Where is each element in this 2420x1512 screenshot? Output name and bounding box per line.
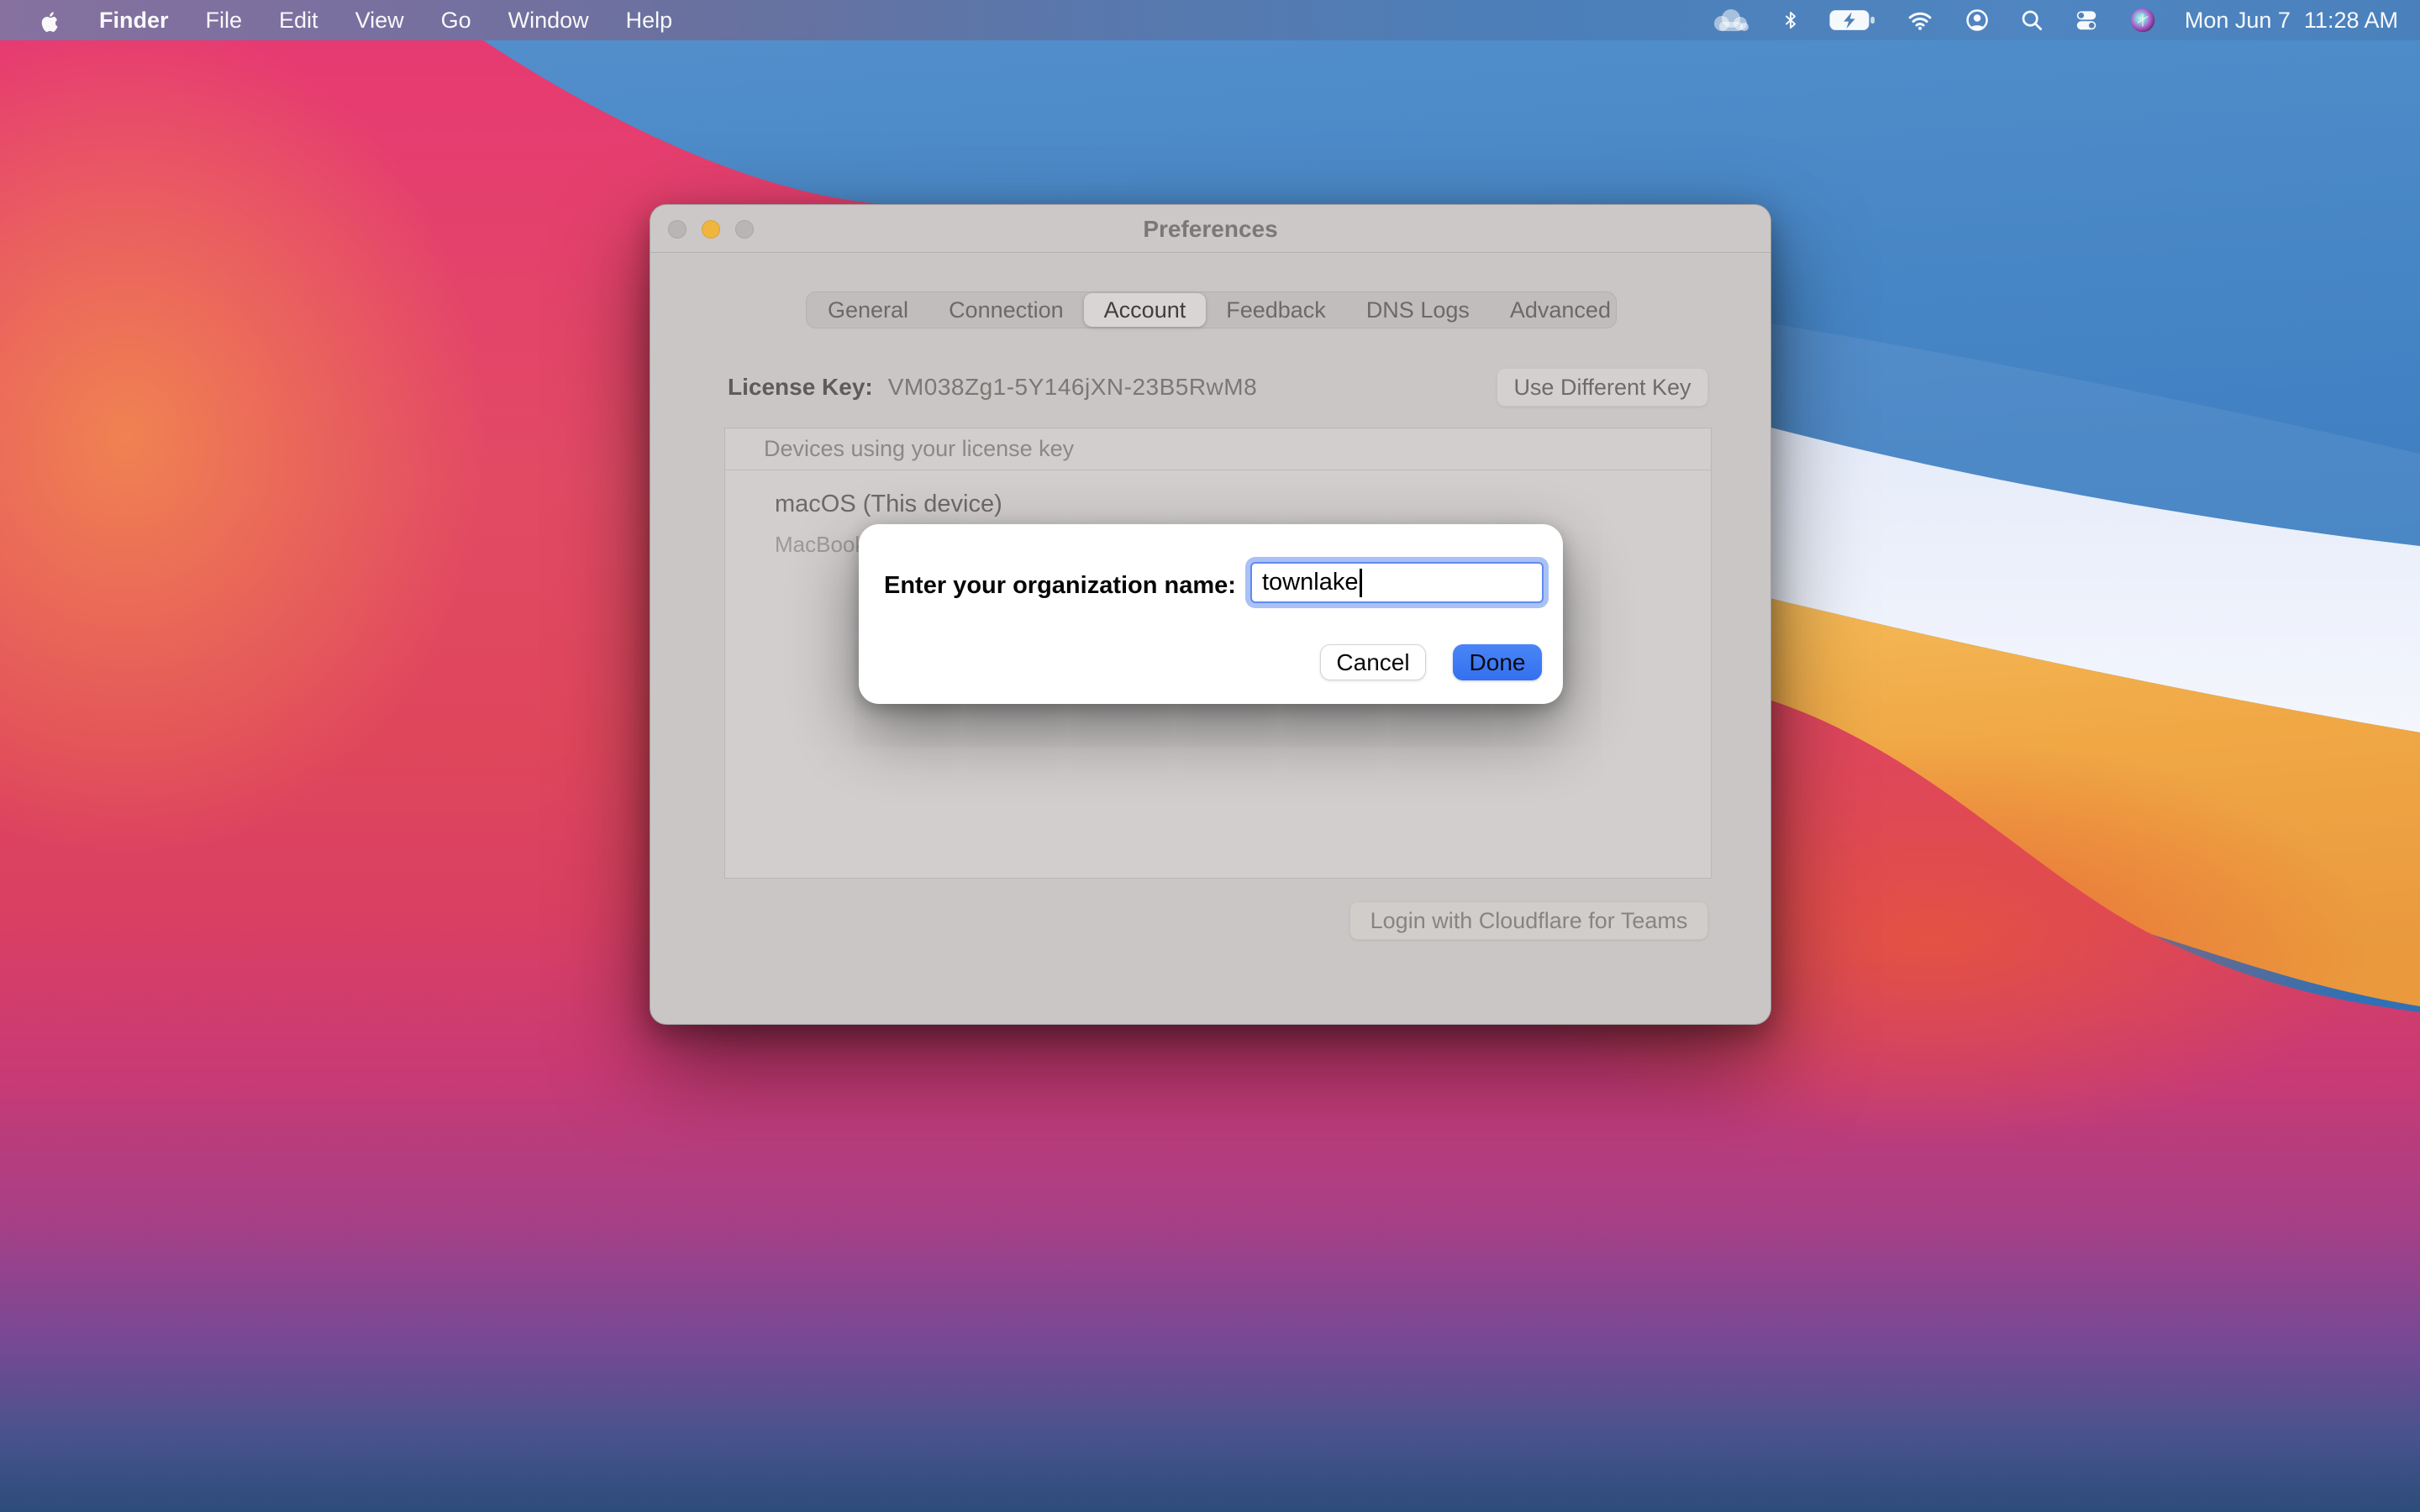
window-titlebar[interactable]: Preferences	[650, 205, 1770, 253]
wifi-icon[interactable]	[1905, 8, 1935, 33]
license-key-value: VM038Zg1-5Y146jXN-23B5RwM8	[888, 374, 1257, 401]
done-button[interactable]: Done	[1453, 644, 1542, 680]
battery-charging-icon[interactable]	[1828, 8, 1877, 33]
menu-edit[interactable]: Edit	[279, 8, 318, 34]
cloudflare-cloud-icon[interactable]	[1709, 8, 1753, 33]
text-caret	[1360, 569, 1362, 597]
cancel-button[interactable]: Cancel	[1320, 644, 1426, 680]
tab-feedback[interactable]: Feedback	[1206, 293, 1346, 327]
organization-name-dialog: Enter your organization name: townlake C…	[859, 524, 1563, 704]
menu-help[interactable]: Help	[626, 8, 673, 34]
menu-window[interactable]: Window	[508, 8, 589, 34]
organization-name-label: Enter your organization name:	[884, 570, 1236, 601]
user-account-icon[interactable]	[1963, 8, 1991, 33]
tab-account[interactable]: Account	[1084, 293, 1207, 327]
preferences-tab-bar: General Connection Account Feedback DNS …	[806, 291, 1617, 328]
login-with-teams-button[interactable]: Login with Cloudflare for Teams	[1349, 901, 1708, 940]
control-center-icon[interactable]	[2072, 8, 2101, 33]
device-name: macOS (This device)	[775, 491, 1711, 518]
menu-go[interactable]: Go	[441, 8, 471, 34]
organization-name-input[interactable]: townlake	[1250, 562, 1544, 603]
menu-bar-clock[interactable]: Mon Jun 7 11:28 AM	[2185, 8, 2398, 34]
window-title: Preferences	[650, 205, 1770, 253]
license-key-label: License Key:	[728, 374, 873, 401]
tab-general[interactable]: General	[808, 293, 929, 327]
tab-advanced[interactable]: Advanced	[1490, 293, 1631, 327]
tab-dns-logs[interactable]: DNS Logs	[1346, 293, 1490, 327]
siri-icon[interactable]	[2128, 6, 2157, 34]
spotlight-search-icon[interactable]	[2019, 8, 2044, 33]
menu-view[interactable]: View	[355, 8, 404, 34]
menu-file[interactable]: File	[206, 8, 243, 34]
menu-app-name[interactable]: Finder	[99, 8, 169, 34]
clock-date: Mon Jun 7	[2185, 8, 2291, 34]
organization-name-value: townlake	[1262, 569, 1358, 596]
use-different-key-button[interactable]: Use Different Key	[1497, 368, 1708, 407]
menu-bar: Finder File Edit View Go Window Help	[0, 0, 2420, 40]
bluetooth-icon[interactable]	[1781, 8, 1801, 33]
apple-menu-icon[interactable]	[37, 8, 62, 33]
tab-connection[interactable]: Connection	[929, 293, 1084, 327]
devices-panel-header: Devices using your license key	[725, 428, 1711, 470]
clock-time: 11:28 AM	[2304, 8, 2398, 34]
